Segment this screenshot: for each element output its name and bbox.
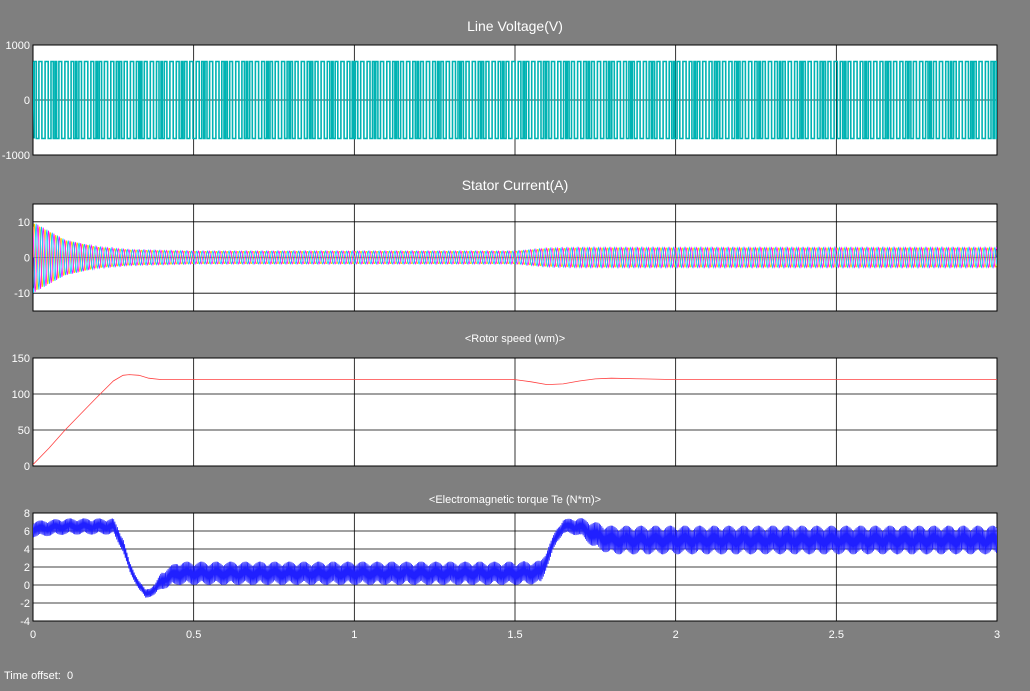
stator-current-ytick-label: -10 <box>14 288 30 300</box>
scope-figure: Line Voltage(V)-100001000Stator Current(… <box>0 0 1030 691</box>
stator-current-ytick-label: 10 <box>18 217 30 229</box>
stator-current-title: Stator Current(A) <box>462 177 569 193</box>
electromagnetic-torque-xtick-label: 0 <box>30 629 36 641</box>
electromagnetic-torque-xtick-label: 2 <box>673 629 679 641</box>
electromagnetic-torque-ytick-label: -2 <box>20 598 30 610</box>
time-offset-label: Time offset: <box>4 670 61 682</box>
electromagnetic-torque-title: <Electromagnetic torque Te (N*m)> <box>429 494 601 506</box>
electromagnetic-torque-panel: <Electromagnetic torque Te (N*m)> -4 -2 0 2 4… <box>20 494 1000 641</box>
electromagnetic-torque-xtick-label: 1.5 <box>507 629 522 641</box>
line-voltage-title: Line Voltage(V) <box>467 18 563 34</box>
electromagnetic-torque-ytick-label: 8 <box>24 508 30 520</box>
electromagnetic-torque-ytick-label: -4 <box>20 616 30 628</box>
electromagnetic-torque-xtick-label: 3 <box>994 629 1000 641</box>
stator-current-ytick-label: 0 <box>24 253 30 265</box>
electromagnetic-torque-ytick-label: 4 <box>24 544 30 556</box>
rotor-speed-ytick-label: 100 <box>12 389 30 401</box>
electromagnetic-torque-ytick-label: 6 <box>24 526 30 538</box>
line-voltage-ytick-label: -1000 <box>2 150 30 162</box>
line-voltage-ytick-label: 1000 <box>6 40 30 52</box>
time-offset-value: 0 <box>66 670 74 682</box>
rotor-speed-ytick-label: 150 <box>12 353 30 365</box>
electromagnetic-torque-ytick-label: 0 <box>24 580 30 592</box>
rotor-speed-ytick-label: 0 <box>24 461 30 473</box>
electromagnetic-torque-xtick-label: 1 <box>351 629 357 641</box>
rotor-speed-title: <Rotor speed (wm)> <box>465 333 565 345</box>
time-offset-readout: Time offset: 0 <box>4 670 73 682</box>
rotor-speed-ytick-label: 50 <box>18 425 30 437</box>
line-voltage-ytick-label: 0 <box>24 95 30 107</box>
electromagnetic-torque-ytick-label: 2 <box>24 562 30 574</box>
electromagnetic-torque-xtick-label: 2.5 <box>829 629 844 641</box>
electromagnetic-torque-xtick-label: 0.5 <box>186 629 201 641</box>
